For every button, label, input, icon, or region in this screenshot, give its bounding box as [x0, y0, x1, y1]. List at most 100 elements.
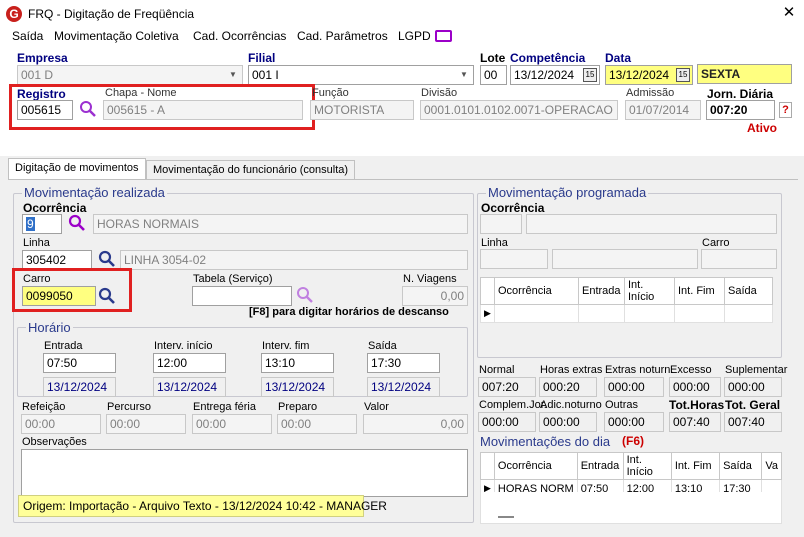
data-label: Data: [605, 51, 632, 65]
dia-col-ocorrencia[interactable]: Ocorrência: [493, 452, 578, 480]
tab-movimentacao-funcionario[interactable]: Movimentação do funcionário (consulta): [146, 160, 356, 180]
tabela-field[interactable]: [192, 286, 292, 306]
prog-ocorrencia-desc-field: [526, 214, 777, 234]
ocorrencia-desc-field: HORAS NORMAIS: [93, 214, 468, 234]
lote-label: Lote: [480, 51, 506, 65]
interv-inicio-label: Interv. início: [154, 340, 213, 352]
prog-linha-label: Linha: [481, 237, 508, 249]
entrega-feria-field[interactable]: 00:00: [192, 414, 272, 434]
linha-desc-field: LINHA 3054-02: [120, 250, 468, 270]
refeicao-field[interactable]: 00:00: [21, 414, 101, 434]
programada-grid[interactable]: Ocorrência Entrada Int. Início Int. Fim …: [480, 277, 773, 323]
monitor-icon[interactable]: [435, 30, 452, 42]
saida-label: Saída: [368, 340, 397, 352]
dia-title: Movimentações do dia: [478, 434, 613, 449]
search-icon[interactable]: [296, 286, 314, 304]
entrada-date-field: 13/12/2024: [43, 377, 116, 397]
excesso-field: 000:00: [669, 377, 721, 397]
extras-noturn-field: 000:00: [604, 377, 664, 397]
horas-extras-field: 000:20: [539, 377, 597, 397]
table-row[interactable]: ▶: [480, 304, 773, 323]
complem-jor-field: 000:00: [478, 412, 536, 432]
programada-title: Movimentação programada: [486, 185, 649, 200]
outras-field: 000:00: [604, 412, 664, 432]
extras-noturn-label: Extras noturn.: [605, 364, 674, 376]
dia-col-entrada[interactable]: Entrada: [576, 452, 624, 480]
adic-noturno-label: Adic.noturno: [540, 399, 602, 411]
ocorrencia-code-field[interactable]: 9: [22, 214, 62, 234]
origin-info: Origem: Importação - Arquivo Texto - 13/…: [18, 495, 387, 517]
f8-hint: [F8] para digitar horários de descanso: [249, 306, 449, 318]
menu-cad-parametros[interactable]: Cad. Parâmetros: [297, 29, 388, 43]
linha-code-field[interactable]: 305402: [22, 250, 92, 270]
scroll-handle[interactable]: [498, 516, 514, 518]
search-icon[interactable]: [68, 214, 86, 232]
menu-lgpd[interactable]: LGPD: [398, 29, 431, 43]
dia-grid-empty-area: [480, 492, 782, 524]
status-badge: Ativo: [747, 121, 777, 135]
prog-col-ocorrencia[interactable]: Ocorrência: [494, 277, 579, 305]
interv-fim-date-field: 13/12/2024: [261, 377, 334, 397]
close-icon[interactable]: ✕: [778, 3, 800, 23]
saida-time-field[interactable]: 17:30: [367, 353, 440, 373]
valor-field[interactable]: 0,00: [363, 414, 468, 434]
preparo-label: Preparo: [278, 401, 318, 413]
menu-movimentacao-coletiva[interactable]: Movimentação Coletiva: [54, 29, 179, 43]
normal-label: Normal: [479, 364, 515, 376]
tot-geral-field: 007:40: [724, 412, 782, 432]
excesso-label: Excesso: [670, 364, 712, 376]
interv-fim-label: Interv. fim: [262, 340, 310, 352]
nviagens-field: 0,00: [402, 286, 468, 306]
horario-title: Horário: [26, 320, 73, 335]
complem-jor-label: Complem.Jor.: [479, 399, 547, 411]
prog-col-int-inicio[interactable]: Int. Início: [624, 277, 675, 305]
grid-corner: [480, 277, 495, 305]
funcao-field: MOTORISTA: [310, 100, 414, 120]
percurso-field[interactable]: 00:00: [106, 414, 186, 434]
tot-horas-field: 007:40: [669, 412, 721, 432]
lote-field[interactable]: 00: [480, 65, 507, 85]
tab-digitacao[interactable]: Digitação de movimentos: [8, 158, 146, 180]
prog-linha-desc-field: [552, 249, 698, 269]
refeicao-label: Refeição: [22, 401, 66, 413]
interv-fim-time-field[interactable]: 13:10: [261, 353, 334, 373]
prog-col-int-fim[interactable]: Int. Fim: [674, 277, 725, 305]
percurso-label: Percurso: [107, 401, 152, 413]
dia-col-int-fim[interactable]: Int. Fim: [670, 452, 721, 480]
admissao-field: 01/07/2014: [625, 100, 701, 120]
data-field[interactable]: 13/12/2024 15: [605, 65, 693, 85]
tabela-label: Tabela (Serviço): [193, 273, 273, 285]
observacoes-textarea[interactable]: [21, 449, 468, 497]
dia-col-saida[interactable]: Saída: [719, 452, 763, 480]
dia-col-va[interactable]: Va: [761, 452, 782, 480]
prog-ocorrencia-code-field: [480, 214, 522, 234]
calendar-icon[interactable]: 15: [676, 68, 690, 82]
divisao-field: 0001.0101.0102.0071-OPERACAO: [420, 100, 618, 120]
empresa-select[interactable]: 001 D ▼: [17, 65, 243, 85]
entrada-time-field[interactable]: 07:50: [43, 353, 116, 373]
prog-col-saida[interactable]: Saída: [724, 277, 773, 305]
app-logo-icon: G: [6, 6, 22, 22]
jornada-label: Jorn. Diária: [707, 87, 774, 101]
tot-geral-label: Tot. Geral: [725, 398, 781, 412]
chevron-down-icon: ▼: [460, 70, 468, 79]
preparo-field[interactable]: 00:00: [277, 414, 357, 434]
search-icon[interactable]: [98, 250, 116, 268]
calendar-icon[interactable]: 15: [583, 68, 597, 82]
menu-cad-ocorrencias[interactable]: Cad. Ocorrências: [193, 29, 286, 43]
filial-select[interactable]: 001 I ▼: [248, 65, 474, 85]
adic-noturno-field: 000:00: [539, 412, 597, 432]
competencia-field[interactable]: 13/12/2024 15: [510, 65, 600, 85]
entrada-label: Entrada: [44, 340, 83, 352]
suplementar-label: Suplementar: [725, 364, 788, 376]
dia-col-int-inicio[interactable]: Int. Início: [622, 452, 672, 480]
help-icon[interactable]: ?: [779, 102, 792, 118]
saida-date-field: 13/12/2024: [367, 377, 440, 397]
admissao-label: Admissão: [626, 87, 675, 99]
title-bar: G FRQ - Digitação de Freqüência ✕: [0, 0, 804, 28]
weekday-field: SEXTA: [697, 64, 792, 84]
competencia-label: Competência: [510, 51, 586, 65]
prog-col-entrada[interactable]: Entrada: [578, 277, 625, 305]
menu-saida[interactable]: Saída: [12, 29, 43, 43]
interv-inicio-time-field[interactable]: 12:00: [153, 353, 226, 373]
